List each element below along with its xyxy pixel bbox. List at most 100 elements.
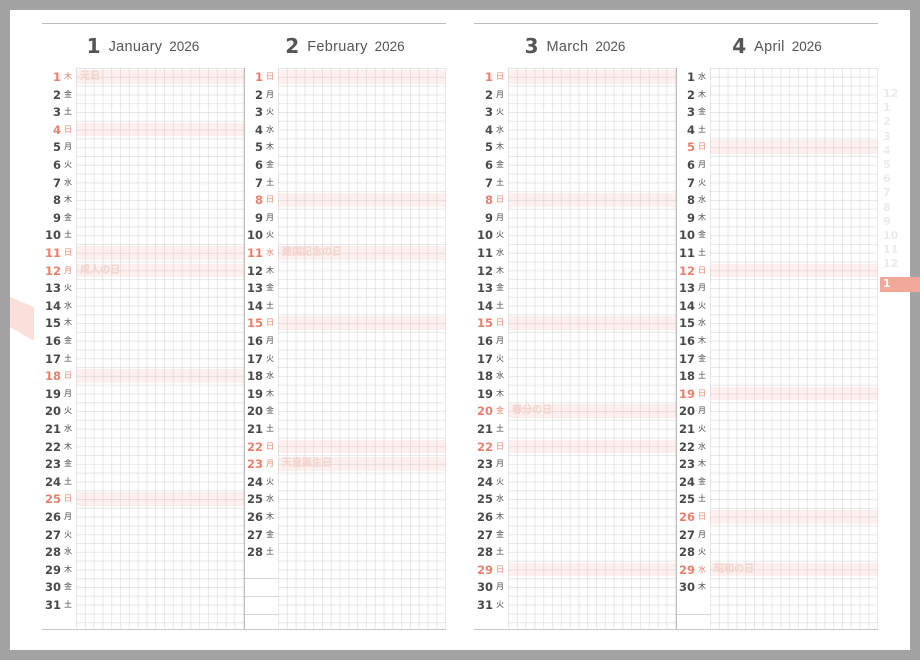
day-row[interactable]: 1日 (244, 68, 446, 86)
day-row[interactable]: 23 月天皇誕生日 (244, 455, 446, 473)
day-row[interactable]: 15 日 (474, 314, 676, 332)
day-row[interactable]: 17 火 (474, 350, 676, 368)
month-index-tab[interactable]: 1 (880, 101, 920, 115)
day-row[interactable]: 31 土 (42, 596, 244, 614)
day-row[interactable]: 28 水 (42, 543, 244, 561)
day-row[interactable]: 4水 (474, 121, 676, 139)
day-row[interactable]: 4水 (244, 121, 446, 139)
day-row[interactable]: 13 金 (244, 279, 446, 297)
day-row[interactable]: 12 月成人の日 (42, 262, 244, 280)
month-index-tab[interactable]: 6 (880, 172, 920, 186)
day-row[interactable]: 2金 (42, 86, 244, 104)
day-row[interactable]: 7土 (474, 174, 676, 192)
day-row[interactable]: 22 木 (42, 438, 244, 456)
day-row[interactable]: 9金 (42, 209, 244, 227)
day-row[interactable]: 5日 (676, 138, 878, 156)
day-row[interactable]: 22 水 (676, 438, 878, 456)
month-index-tab[interactable]: 12 (880, 87, 920, 101)
day-row[interactable]: 23 月 (474, 455, 676, 473)
day-row[interactable]: 22 日 (474, 438, 676, 456)
day-row[interactable]: 20 金 (244, 402, 446, 420)
month-index-tab[interactable]: 11 (880, 243, 920, 257)
day-row[interactable]: 11 土 (676, 244, 878, 262)
day-row[interactable]: 2月 (474, 86, 676, 104)
day-row[interactable]: 24 金 (676, 473, 878, 491)
day-row[interactable]: 3金 (676, 103, 878, 121)
day-row[interactable]: 11 水 (474, 244, 676, 262)
day-row[interactable]: 29 水昭和の日 (676, 561, 878, 579)
day-row[interactable]: 22 日 (244, 438, 446, 456)
day-row[interactable]: 8日 (474, 191, 676, 209)
day-row[interactable]: 16 月 (474, 332, 676, 350)
day-row[interactable]: 16 木 (676, 332, 878, 350)
day-row[interactable]: 30 木 (676, 578, 878, 596)
day-row[interactable]: 15 日 (244, 314, 446, 332)
day-row[interactable]: 1水 (676, 68, 878, 86)
day-row[interactable]: 15 水 (676, 314, 878, 332)
day-row[interactable]: 9月 (244, 209, 446, 227)
day-row[interactable]: 17 金 (676, 350, 878, 368)
day-row[interactable]: 27 金 (474, 526, 676, 544)
day-row[interactable]: 10 火 (244, 226, 446, 244)
day-row[interactable]: 25 水 (244, 490, 446, 508)
month-index-tab[interactable]: 12 (880, 257, 920, 271)
day-row[interactable]: 7土 (244, 174, 446, 192)
day-row[interactable]: 23 金 (42, 455, 244, 473)
day-row[interactable]: 17 火 (244, 350, 446, 368)
month-index-tab[interactable]: 5 (880, 158, 920, 172)
month-index-tab[interactable]: 8 (880, 201, 920, 215)
day-row[interactable]: 7火 (676, 174, 878, 192)
day-row[interactable]: 30 金 (42, 578, 244, 596)
day-row[interactable]: 16 金 (42, 332, 244, 350)
day-row[interactable]: 4日 (42, 121, 244, 139)
day-row[interactable]: 25 土 (676, 490, 878, 508)
day-row[interactable]: 28 土 (474, 543, 676, 561)
day-row[interactable]: 23 木 (676, 455, 878, 473)
month-index-tab[interactable]: 7 (880, 186, 920, 200)
day-row[interactable]: 1日 (474, 68, 676, 86)
day-row[interactable]: 10 土 (42, 226, 244, 244)
month-index-tab[interactable]: 9 (880, 215, 920, 229)
day-row[interactable]: 14 土 (474, 297, 676, 315)
day-row[interactable]: 14 土 (244, 297, 446, 315)
day-row[interactable]: 10 金 (676, 226, 878, 244)
day-row[interactable]: 24 火 (474, 473, 676, 491)
day-row[interactable]: 30 月 (474, 578, 676, 596)
day-row[interactable]: 12 木 (244, 262, 446, 280)
day-row[interactable]: 12 日 (676, 262, 878, 280)
day-row[interactable]: 24 火 (244, 473, 446, 491)
day-row[interactable]: 5月 (42, 138, 244, 156)
day-row[interactable]: 6月 (676, 156, 878, 174)
day-row[interactable]: 19 木 (474, 385, 676, 403)
day-row[interactable]: 18 水 (474, 367, 676, 385)
day-row[interactable]: 11 日 (42, 244, 244, 262)
day-row[interactable]: 28 土 (244, 543, 446, 561)
day-row[interactable]: 6金 (474, 156, 676, 174)
day-row[interactable]: 19 日 (676, 385, 878, 403)
day-row[interactable]: 21 土 (244, 420, 446, 438)
day-row[interactable]: 26 日 (676, 508, 878, 526)
day-row[interactable]: 7水 (42, 174, 244, 192)
day-row[interactable]: 26 木 (244, 508, 446, 526)
day-row[interactable]: 14 火 (676, 297, 878, 315)
day-row[interactable]: 27 月 (676, 526, 878, 544)
day-row[interactable]: 4土 (676, 121, 878, 139)
day-row[interactable]: 8日 (244, 191, 446, 209)
day-row[interactable]: 10 火 (474, 226, 676, 244)
day-row[interactable]: 12 木 (474, 262, 676, 280)
day-row[interactable]: 21 水 (42, 420, 244, 438)
day-row[interactable]: 2月 (244, 86, 446, 104)
day-row[interactable]: 13 火 (42, 279, 244, 297)
day-row[interactable]: 3火 (244, 103, 446, 121)
month-index-tabs[interactable]: 12 1 2 3 4 5 6 7 8 9 10 11 12 1 (880, 87, 920, 292)
day-row[interactable]: 15 木 (42, 314, 244, 332)
day-row[interactable]: 2木 (676, 86, 878, 104)
day-row[interactable]: 21 火 (676, 420, 878, 438)
day-row[interactable]: 24 土 (42, 473, 244, 491)
day-row[interactable]: 5木 (474, 138, 676, 156)
day-row[interactable]: 25 水 (474, 490, 676, 508)
day-row[interactable]: 29 日 (474, 561, 676, 579)
day-row[interactable]: 8木 (42, 191, 244, 209)
day-row[interactable]: 28 火 (676, 543, 878, 561)
day-row[interactable]: 13 月 (676, 279, 878, 297)
